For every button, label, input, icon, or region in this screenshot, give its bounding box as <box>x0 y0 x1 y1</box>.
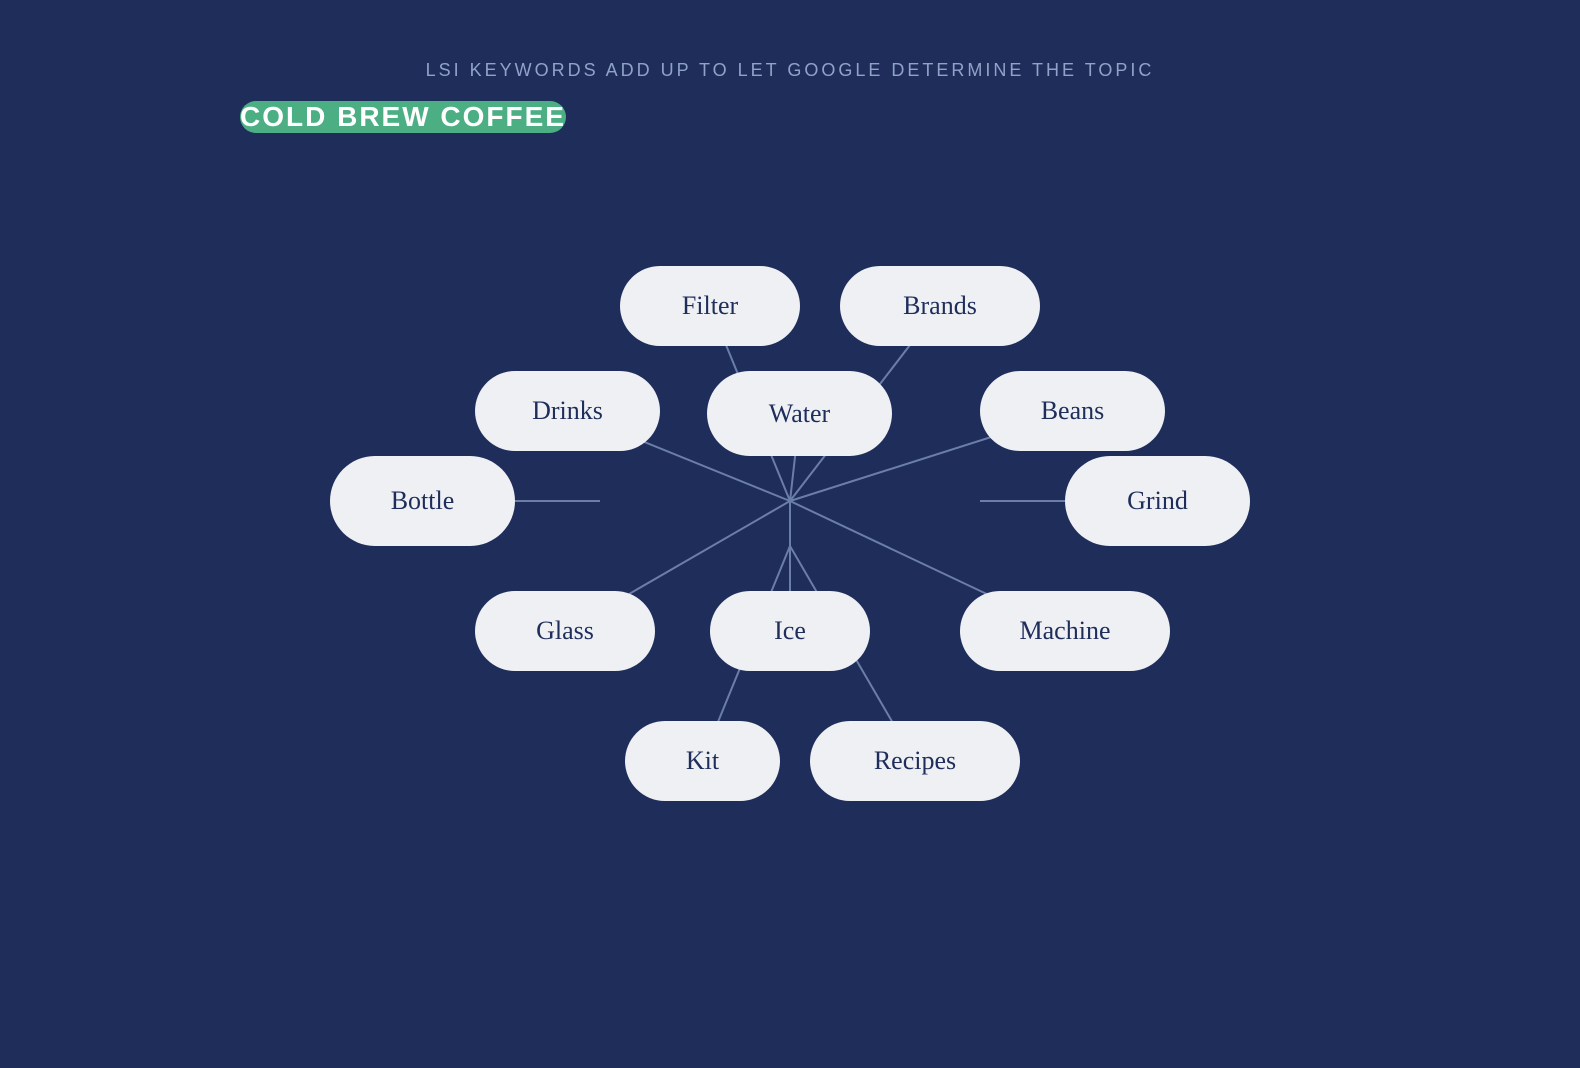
node-machine: Machine <box>960 591 1170 671</box>
node-drinks: Drinks <box>475 371 660 451</box>
diagram-container: COLD BREW COFFEE Filter Brands Water Dri… <box>240 101 1340 921</box>
node-kit: Kit <box>625 721 780 801</box>
node-ice: Ice <box>710 591 870 671</box>
page-subtitle: LSI KEYWORDS ADD UP TO LET GOOGLE DETERM… <box>426 60 1155 81</box>
node-glass: Glass <box>475 591 655 671</box>
node-recipes: Recipes <box>810 721 1020 801</box>
node-brands: Brands <box>840 266 1040 346</box>
node-filter: Filter <box>620 266 800 346</box>
node-grind: Grind <box>1065 456 1250 546</box>
node-water: Water <box>707 371 892 456</box>
node-beans: Beans <box>980 371 1165 451</box>
node-bottle: Bottle <box>330 456 515 546</box>
node-cold-brew: COLD BREW COFFEE <box>240 101 566 133</box>
